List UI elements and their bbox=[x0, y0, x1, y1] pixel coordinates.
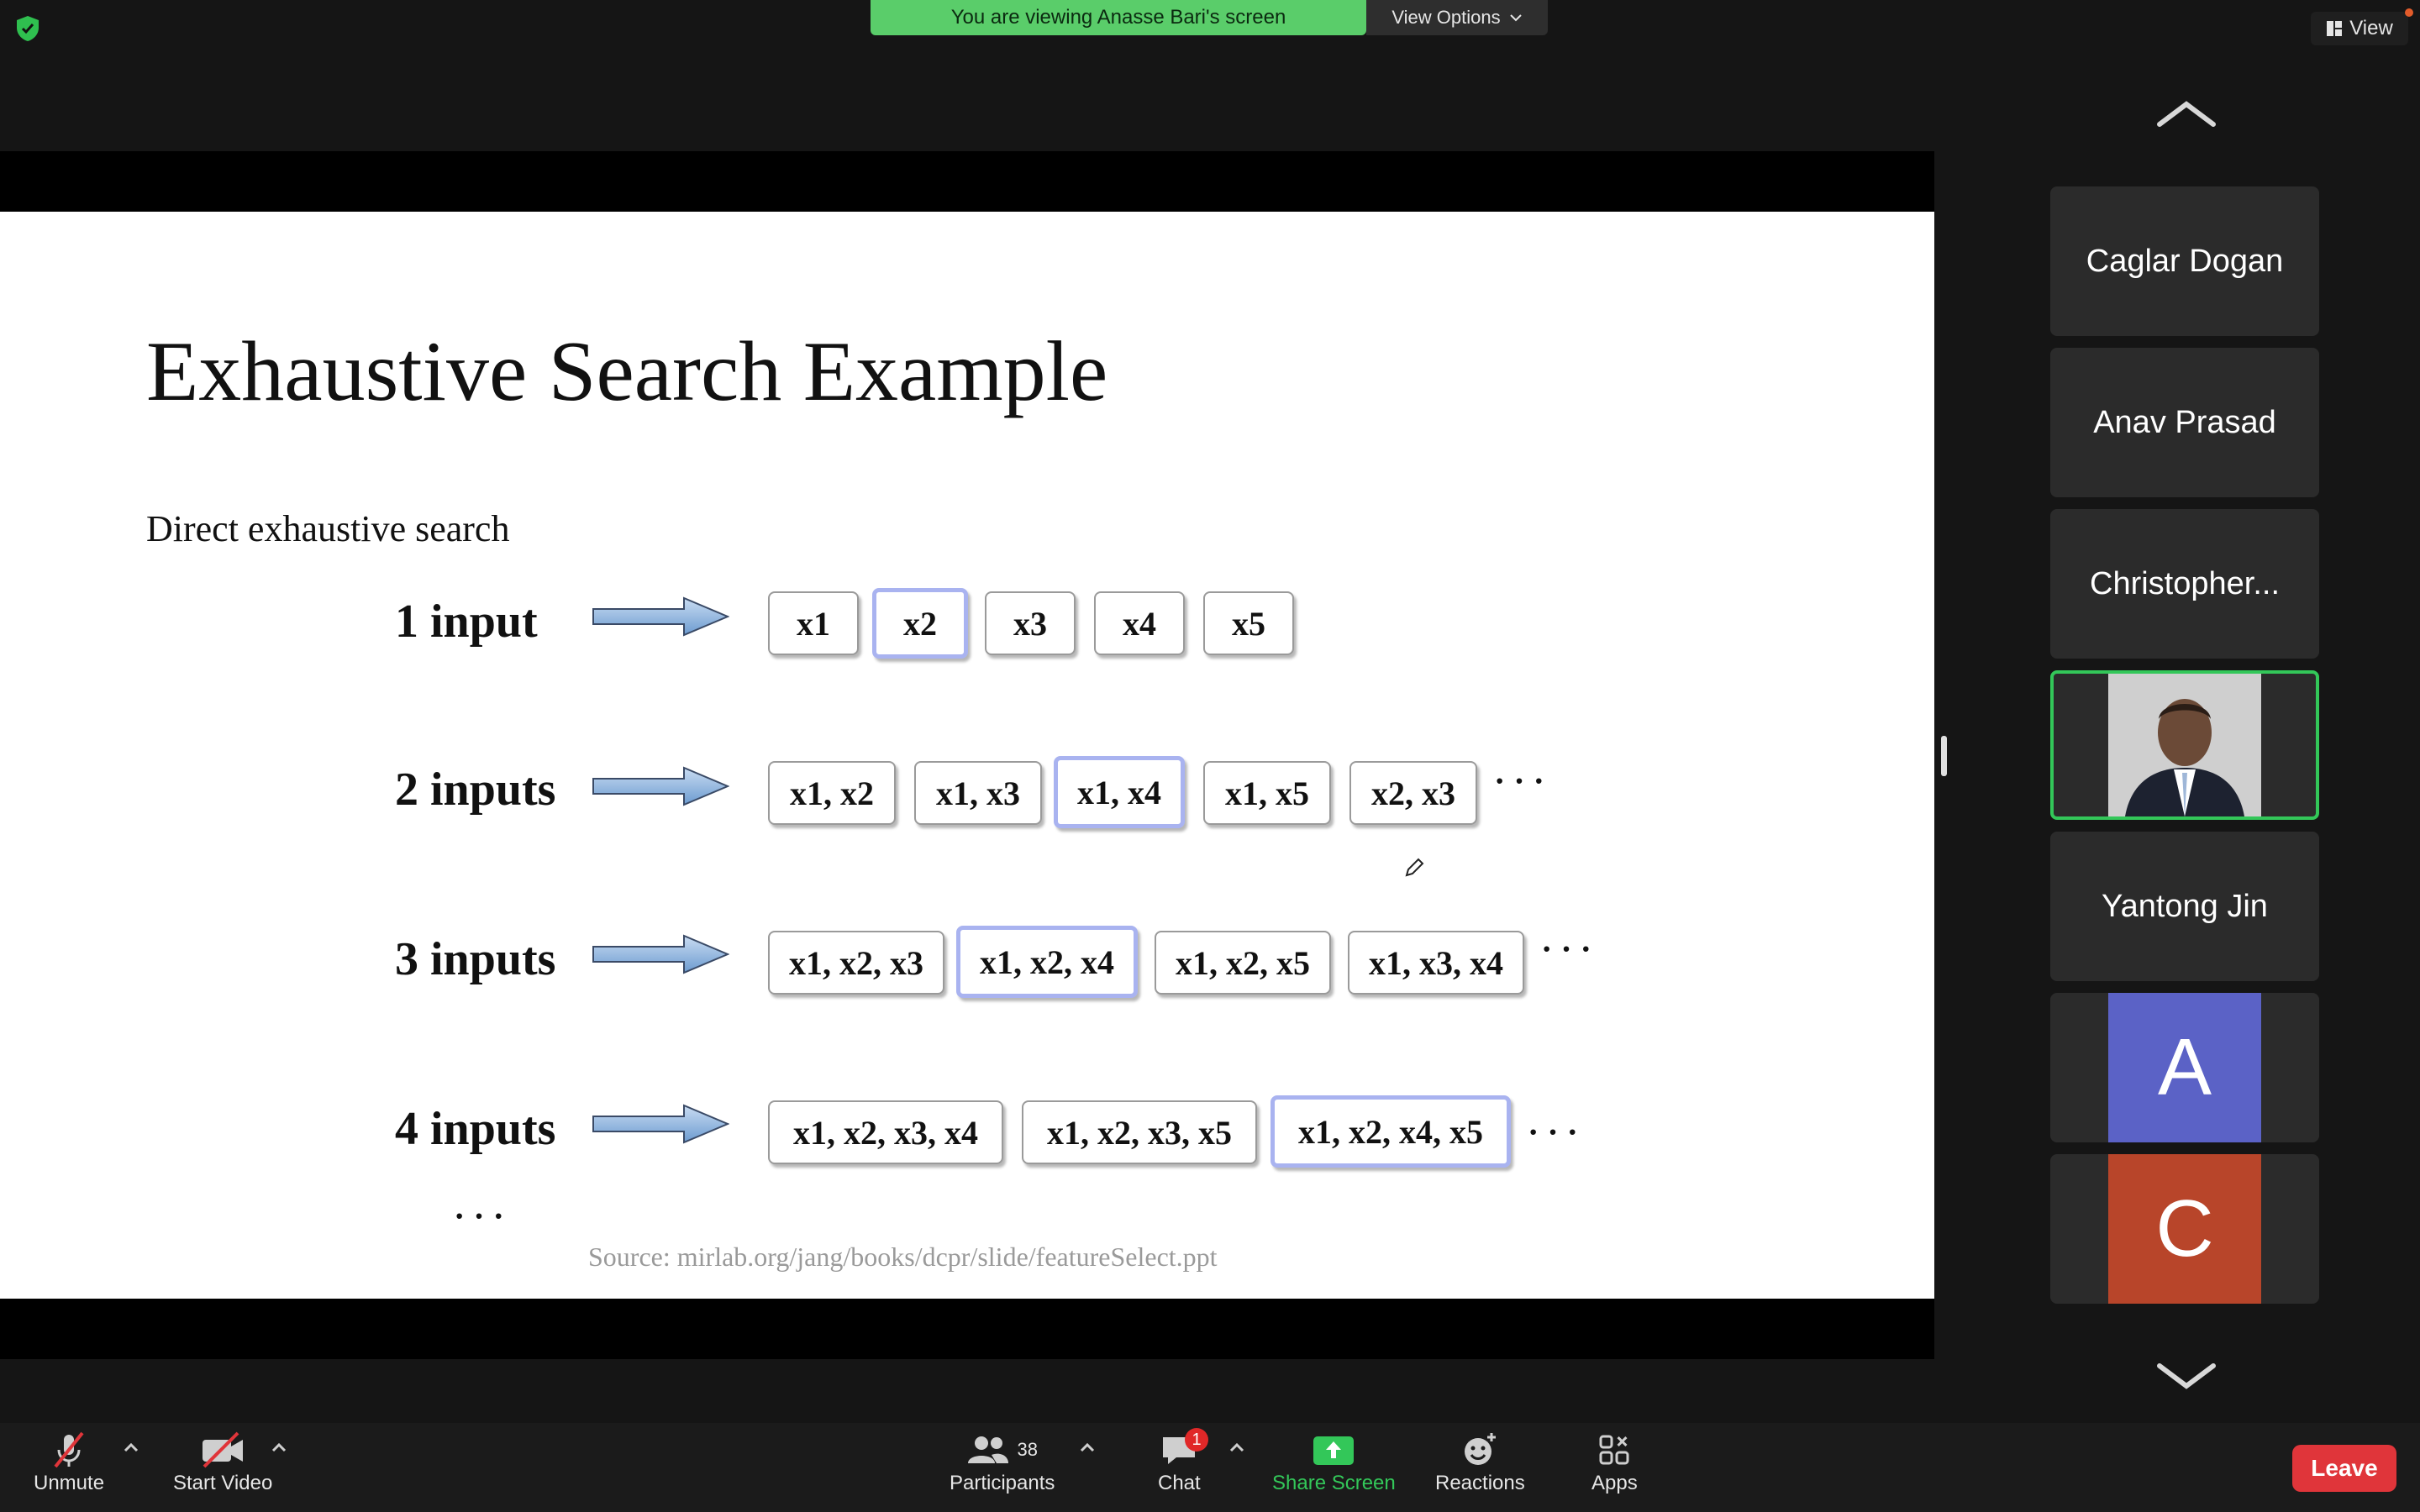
view-button[interactable]: View bbox=[2311, 12, 2408, 45]
subset-box: x1, x5 bbox=[1203, 761, 1331, 825]
apps-icon bbox=[1599, 1435, 1629, 1465]
subset-box-highlighted: x1, x2, x4, x5 bbox=[1270, 1095, 1511, 1168]
reactions-label: Reactions bbox=[1435, 1472, 1525, 1494]
participant-avatar: C bbox=[2108, 1154, 2261, 1304]
unmute-label: Unmute bbox=[34, 1472, 105, 1494]
participants-icon bbox=[968, 1436, 1009, 1463]
more-rows-ellipsis: · · · bbox=[454, 1197, 505, 1235]
subset-box-highlighted: x2 bbox=[872, 588, 968, 659]
subset-box: x1, x3, x4 bbox=[1348, 931, 1524, 995]
row-ellipsis: · · · bbox=[1528, 1113, 1579, 1151]
row-ellipsis: · · · bbox=[1494, 762, 1545, 800]
subset-box: x1, x2 bbox=[768, 761, 896, 825]
unmute-button[interactable]: Unmute bbox=[34, 1428, 104, 1495]
meeting-toolbar bbox=[0, 1423, 2420, 1512]
slide-source-citation: Source: mirlab.org/jang/books/dcpr/slide… bbox=[588, 1242, 1218, 1272]
smiley-icon bbox=[1465, 1433, 1497, 1465]
row-label: 1 input bbox=[395, 596, 538, 648]
arrow-right-icon bbox=[592, 934, 729, 974]
subset-box: x1, x3 bbox=[914, 761, 1042, 825]
panel-resize-handle[interactable] bbox=[1941, 736, 1947, 776]
chevron-down-icon[interactable] bbox=[2156, 1361, 2217, 1391]
subset-box-highlighted: x1, x4 bbox=[1054, 756, 1185, 828]
participant-name: Yantong Jin bbox=[2102, 888, 2268, 924]
participants-label: Participants bbox=[950, 1472, 1055, 1494]
apps-button[interactable]: Apps bbox=[1591, 1428, 1638, 1495]
subset-box: x1, x2, x5 bbox=[1155, 931, 1331, 995]
chat-label: Chat bbox=[1158, 1472, 1201, 1494]
subset-box: x4 bbox=[1094, 591, 1185, 655]
subset-box: x2, x3 bbox=[1349, 761, 1477, 825]
subset-box: x5 bbox=[1203, 591, 1294, 655]
shield-check-icon[interactable] bbox=[15, 15, 40, 42]
chevron-up-icon[interactable] bbox=[2156, 99, 2217, 129]
subset-box: x1, x2, x3, x4 bbox=[768, 1100, 1003, 1164]
arrow-right-icon bbox=[592, 596, 729, 637]
caret-up-icon[interactable] bbox=[123, 1441, 139, 1453]
grid-layout-icon bbox=[2327, 21, 2343, 36]
participant-tile[interactable]: Anav Prasad bbox=[2050, 348, 2319, 497]
row-label: 3 inputs bbox=[395, 933, 556, 985]
caret-up-icon[interactable] bbox=[271, 1441, 287, 1453]
slide-title: Exhaustive Search Example bbox=[146, 324, 1108, 419]
participant-tile[interactable]: C bbox=[2050, 1154, 2319, 1304]
participants-count: 38 bbox=[1017, 1439, 1038, 1460]
start-video-button[interactable]: Start Video bbox=[173, 1428, 272, 1495]
reactions-button[interactable]: Reactions bbox=[1435, 1428, 1525, 1495]
slide-subtitle: Direct exhaustive search bbox=[146, 508, 510, 549]
start-video-label: Start Video bbox=[173, 1472, 273, 1494]
row-label: 4 inputs bbox=[395, 1103, 556, 1155]
subset-box-highlighted: x1, x2, x4 bbox=[956, 926, 1138, 998]
participant-name: Caglar Dogan bbox=[2086, 243, 2284, 279]
participant-name: Christopher... bbox=[2090, 565, 2280, 601]
participant-tile[interactable]: A bbox=[2050, 993, 2319, 1142]
view-label: View bbox=[2349, 17, 2393, 39]
notification-dot bbox=[2405, 8, 2413, 17]
leave-button[interactable]: Leave bbox=[2292, 1445, 2396, 1492]
participant-photo bbox=[2108, 674, 2261, 816]
subset-box: x1, x2, x3 bbox=[768, 931, 944, 995]
share-screen-button[interactable]: Share Screen bbox=[1272, 1428, 1396, 1495]
caret-up-icon[interactable] bbox=[1228, 1441, 1245, 1453]
pen-cursor-icon bbox=[1405, 858, 1424, 877]
subset-box: x1, x2, x3, x5 bbox=[1022, 1100, 1257, 1164]
camera-off-icon bbox=[203, 1431, 244, 1468]
chevron-down-icon bbox=[1509, 14, 1522, 22]
arrow-right-icon bbox=[592, 1104, 729, 1144]
participant-tile[interactable]: Caglar Dogan bbox=[2050, 186, 2319, 336]
share-screen-icon bbox=[1313, 1436, 1355, 1465]
microphone-muted-icon bbox=[54, 1431, 84, 1468]
participants-button[interactable]: 38 Participants bbox=[950, 1428, 1055, 1495]
participant-name: Anav Prasad bbox=[2093, 404, 2276, 440]
participant-tile-active-speaker[interactable] bbox=[2050, 670, 2319, 820]
apps-label: Apps bbox=[1591, 1472, 1638, 1494]
viewing-screen-banner: You are viewing Anasse Bari's screen bbox=[871, 0, 1366, 35]
subset-box: x3 bbox=[985, 591, 1076, 655]
share-screen-label: Share Screen bbox=[1272, 1472, 1396, 1494]
participant-avatar: A bbox=[2108, 993, 2261, 1142]
row-ellipsis: · · · bbox=[1541, 930, 1592, 968]
subset-box: x1 bbox=[768, 591, 859, 655]
caret-up-icon[interactable] bbox=[1079, 1441, 1096, 1453]
participant-tile[interactable]: Yantong Jin bbox=[2050, 832, 2319, 981]
row-label: 2 inputs bbox=[395, 764, 556, 816]
arrow-right-icon bbox=[592, 766, 729, 806]
chat-unread-badge: 1 bbox=[1185, 1428, 1208, 1452]
view-options-label: View Options bbox=[1392, 7, 1501, 28]
participant-tile[interactable]: Christopher... bbox=[2050, 509, 2319, 659]
view-options-button[interactable]: View Options bbox=[1366, 0, 1548, 35]
